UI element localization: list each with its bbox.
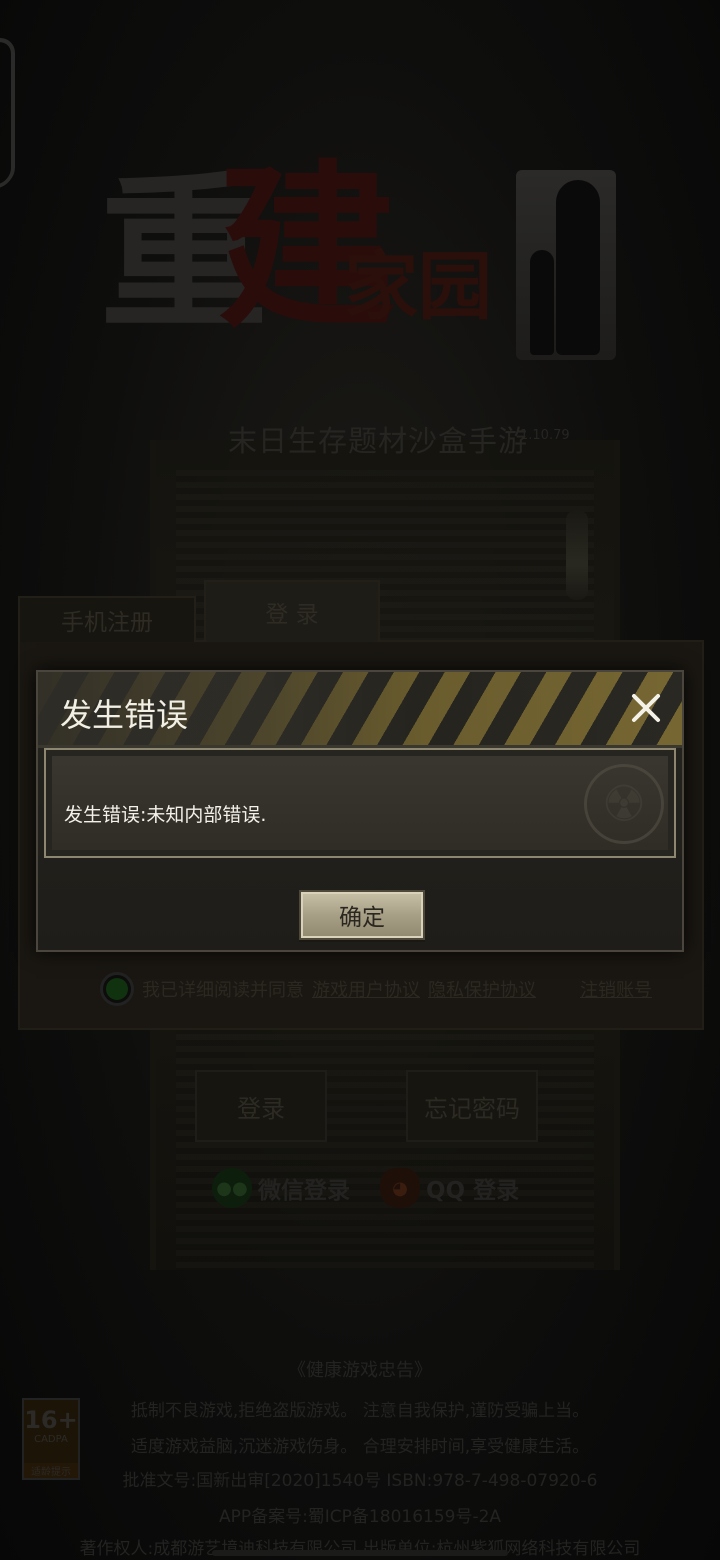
- checkbox-dot: [106, 978, 128, 1000]
- dialog-title: 发生错误: [60, 696, 189, 734]
- logo-silhouette-image: [516, 170, 616, 360]
- forgot-password-button[interactable]: 忘记密码: [406, 1070, 538, 1142]
- adult-silhouette: [556, 180, 600, 355]
- error-message: 发生错误:未知内部错误.: [64, 804, 267, 826]
- home-indicator[interactable]: [212, 1550, 508, 1556]
- login-button[interactable]: 登录: [195, 1070, 327, 1142]
- game-subtitle: 末日生存题材沙盒手游: [228, 424, 529, 458]
- agreement-checkbox[interactable]: [100, 972, 134, 1006]
- error-dialog: 发生错误 发生错误:未知内部错误. 确定: [36, 670, 684, 952]
- qq-login-button[interactable]: ◕ QQ 登录: [380, 1166, 519, 1210]
- corner-decoration: [0, 35, 15, 195]
- cancel-account-link[interactable]: 注销账号: [580, 976, 652, 1002]
- privacy-policy-link[interactable]: 隐私保护协议: [428, 976, 536, 1002]
- confirm-button[interactable]: 确定: [299, 890, 425, 940]
- wechat-icon: ●●: [212, 1168, 252, 1208]
- message-box: 发生错误:未知内部错误.: [44, 748, 676, 858]
- user-agreement-link[interactable]: 游戏用户协议: [312, 976, 420, 1002]
- radiation-icon: [584, 764, 664, 844]
- app-registration-number: APP备案号:蜀ICP备18016159号-2A: [218, 1507, 502, 1527]
- game-logo: 重 建 家园: [100, 160, 620, 390]
- agreement-text: 我已详细阅读并同意: [142, 980, 304, 1001]
- tab-login[interactable]: 登 录: [204, 580, 380, 642]
- qq-icon: ◕: [380, 1168, 420, 1208]
- wechat-login-button[interactable]: ●● 微信登录: [212, 1166, 350, 1210]
- qq-login-label: QQ 登录: [426, 1178, 520, 1204]
- background-lamp: [566, 510, 588, 600]
- health-notice-line: 适度游戏益脑,沉迷游戏伤身。 合理安排时间,享受健康生活。: [130, 1437, 590, 1457]
- wechat-login-label: 微信登录: [258, 1178, 350, 1204]
- approval-number: 批准文号:国新出审[2020]1540号 ISBN:978-7-498-0792…: [122, 1471, 598, 1491]
- agreement-row: 我已详细阅读并同意 游戏用户协议 隐私保护协议 注销账号: [100, 970, 652, 1008]
- tab-phone-register[interactable]: 手机注册: [18, 596, 196, 642]
- logo-rest: 家园: [344, 244, 492, 330]
- version-label: 1.10.79: [520, 428, 570, 443]
- health-notice-title: 《健康游戏忠告》: [288, 1360, 432, 1381]
- child-silhouette: [530, 250, 554, 355]
- health-notice-line: 抵制不良游戏,拒绝盗版游戏。 注意自我保护,谨防受骗上当。: [130, 1401, 590, 1421]
- close-icon[interactable]: [624, 686, 668, 730]
